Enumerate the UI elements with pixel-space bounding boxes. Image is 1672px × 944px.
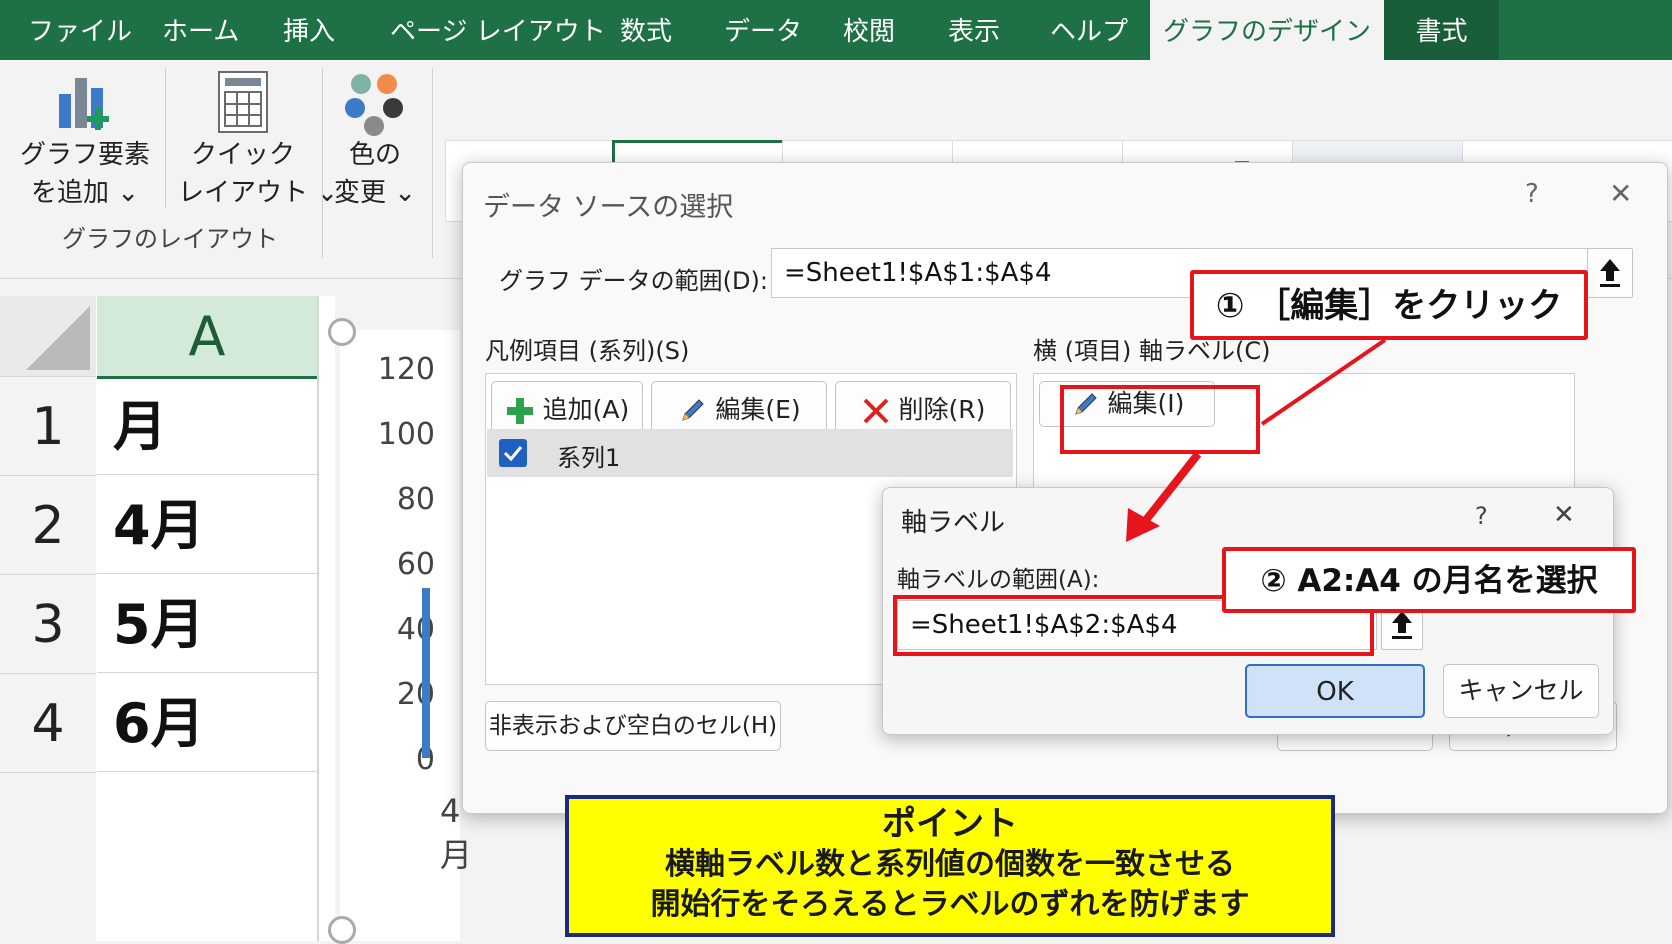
arrow-line <box>1142 451 1202 523</box>
point-note-title: ポイント <box>882 804 1018 844</box>
point-note-line2: 開始行をそろえるとラベルのずれを防げます <box>650 887 1250 922</box>
point-note-line1: 横軸ラベル数と系列値の個数を一致させる <box>665 847 1235 882</box>
connector-line <box>1260 338 1387 426</box>
point-note-box: ポイント 横軸ラベル数と系列値の個数を一致させる 開始行をそろえるとラベルのずれ… <box>565 795 1335 937</box>
